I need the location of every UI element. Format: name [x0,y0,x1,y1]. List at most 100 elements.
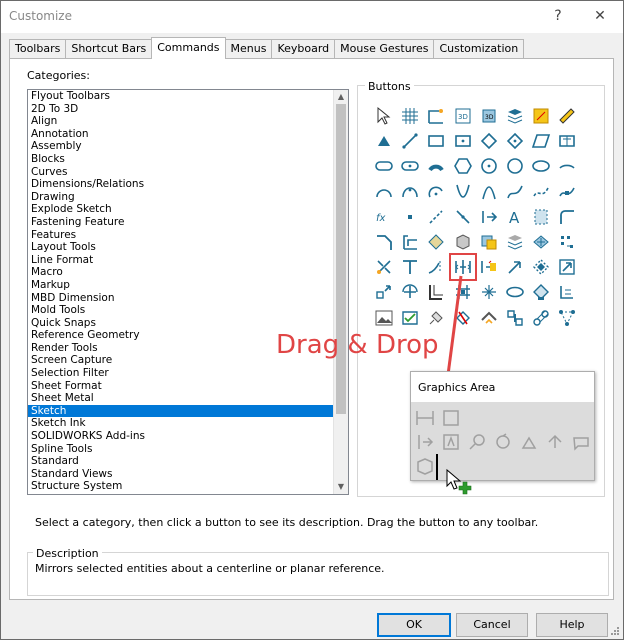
scroll-thumb[interactable] [336,104,346,414]
category-item[interactable]: Align [28,115,348,128]
ok-button[interactable]: OK [377,613,451,637]
move-icon[interactable] [503,255,527,279]
arc-slot-icon[interactable] [424,154,448,178]
tab-toolbars[interactable]: Toolbars [9,39,67,58]
category-item[interactable]: Macro [28,266,348,279]
category-item[interactable]: Flyout Toolbars [28,90,348,103]
select-arrow-icon[interactable] [372,104,396,128]
make-path-icon[interactable] [503,280,527,304]
help-button[interactable]: Help [536,613,608,637]
centerpoint-arc-icon[interactable] [424,180,448,204]
mirror-entities-icon[interactable] [448,253,477,282]
extend-icon[interactable] [398,255,422,279]
category-item[interactable]: Structure System [28,480,348,493]
category-item[interactable]: Spline Tools [28,443,348,456]
category-item[interactable]: Blocks [28,153,348,166]
spline-icon[interactable] [503,180,527,204]
scale-icon[interactable] [555,255,579,279]
rotate-icon[interactable] [372,280,396,304]
linear-pattern-icon[interactable] [424,280,448,304]
modify-icon[interactable] [529,280,553,304]
slot-icon[interactable] [529,129,553,153]
tab-commands[interactable]: Commands [151,37,226,59]
conic-icon[interactable] [477,180,501,204]
sketch-point-icon[interactable] [398,205,422,229]
center-rectangle-icon[interactable] [451,129,475,153]
cancel-button[interactable]: Cancel [456,613,528,637]
grid-icon[interactable] [398,104,422,128]
tab-shortcut-bars[interactable]: Shortcut Bars [65,39,153,58]
category-item[interactable]: Mold Tools [28,304,348,317]
3d-sketch-icon[interactable]: 3D [451,104,475,128]
jog-line-icon[interactable] [477,280,501,304]
belt-icon[interactable] [555,306,579,330]
sketch-picture-icon[interactable] [372,306,396,330]
layers-icon[interactable] [503,104,527,128]
rapid-sketch-icon[interactable] [529,104,553,128]
category-item[interactable]: Layout Tools [28,241,348,254]
plane-icon[interactable] [529,205,553,229]
category-item[interactable]: Explode Sketch [28,203,348,216]
check-sketch-icon[interactable] [398,306,422,330]
fit-spline-icon[interactable] [555,180,579,204]
category-item[interactable]: Sheet Metal [28,392,348,405]
tab-customization[interactable]: Customization [433,39,525,58]
copy-icon[interactable] [529,255,553,279]
help-title-button[interactable]: ? [547,5,569,27]
surface-icon[interactable] [529,230,553,254]
parabola-icon[interactable] [451,180,475,204]
sketch-icon[interactable] [424,104,448,128]
close-icon[interactable]: ✕ [589,5,611,27]
category-item[interactable]: Standard [28,455,348,468]
category-item[interactable]: Sheet Format [28,380,348,393]
category-item[interactable]: Features [28,229,348,242]
3d-sketch-plane-icon[interactable]: 3D [477,104,501,128]
relations-icon[interactable] [555,280,579,304]
circle-icon[interactable] [477,154,501,178]
3-point-rectangle-icon[interactable] [477,129,501,153]
centerline-icon[interactable] [424,205,448,229]
pattern-icon[interactable] [555,230,579,254]
fillet-icon[interactable] [555,205,579,229]
tangent-arc-icon[interactable] [372,180,396,204]
trim-icon[interactable] [372,255,396,279]
point-icon[interactable] [372,129,396,153]
category-item[interactable]: Curves [28,166,348,179]
offset-icon[interactable] [477,205,501,229]
repair-sketch-icon[interactable] [424,306,448,330]
categories-list[interactable]: Flyout Toolbars 2D To 3D Align Annotation As… [27,89,349,495]
fully-define-icon[interactable] [503,306,527,330]
corner-rectangle-icon[interactable] [424,129,448,153]
face-curves-icon[interactable] [477,230,501,254]
polygon-icon[interactable] [555,129,579,153]
category-item[interactable]: 2D To 3D [28,103,348,116]
ruler-icon[interactable] [555,104,579,128]
category-item[interactable]: Drawing [28,191,348,204]
scroll-down-icon[interactable]: ▼ [334,480,348,494]
line-icon[interactable] [398,129,422,153]
category-item[interactable]: Dimensions/Relations [28,178,348,191]
ellipse-icon[interactable] [529,154,553,178]
style-spline-icon[interactable] [529,180,553,204]
display-relations-icon[interactable] [529,306,553,330]
centerpoint-slot-icon[interactable] [398,154,422,178]
stretch-icon[interactable] [398,280,422,304]
category-item[interactable]: Sketch Ink [28,417,348,430]
dynamic-mirror-icon[interactable] [477,255,501,279]
segment-icon[interactable] [503,230,527,254]
offset-entities-icon[interactable] [398,230,422,254]
category-item[interactable]: Line Format [28,254,348,267]
tab-menus[interactable]: Menus [224,39,273,58]
equation-curve-icon[interactable]: fx [372,205,396,229]
intersection-curve-icon[interactable] [451,230,475,254]
category-item[interactable]: SOLIDWORKS Add-ins [28,430,348,443]
category-item[interactable]: Quick Snaps [28,317,348,330]
category-item[interactable]: Markup [28,279,348,292]
hexagon-icon[interactable] [451,154,475,178]
scroll-up-icon[interactable]: ▲ [334,90,348,104]
category-item[interactable]: Standard Views [28,468,348,481]
partial-ellipse-icon[interactable] [555,154,579,178]
resize-grip-icon[interactable] [609,625,619,635]
category-item[interactable]: Sketch [28,404,348,418]
category-item[interactable]: Selection Filter [28,367,348,380]
